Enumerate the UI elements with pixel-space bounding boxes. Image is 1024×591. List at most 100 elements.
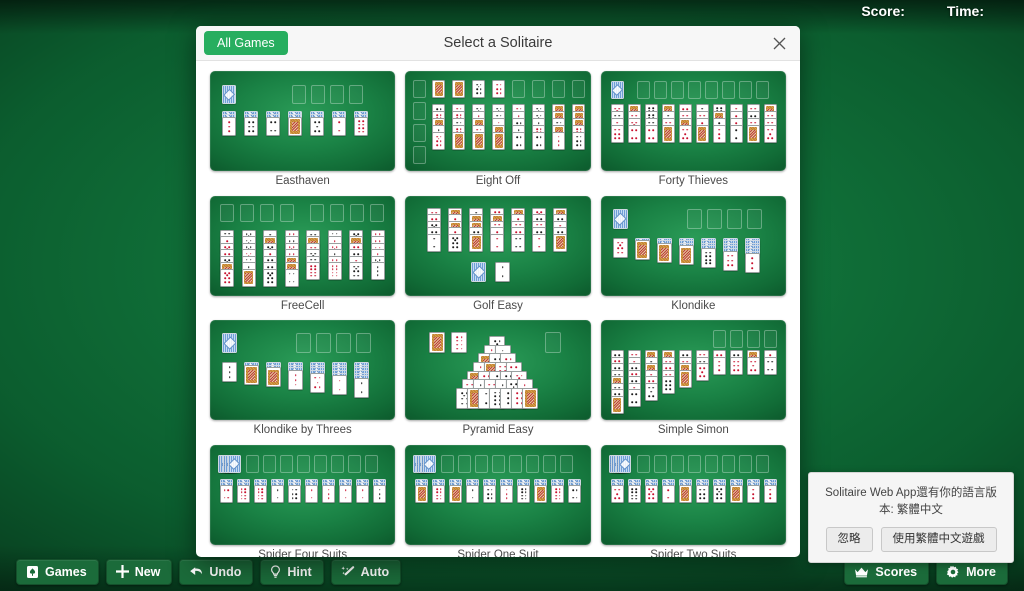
mini-card <box>332 375 347 396</box>
mini-card <box>656 242 672 263</box>
toolbar-button-undo[interactable]: Undo <box>179 558 254 585</box>
mini-empty-slot <box>545 332 562 354</box>
game-thumbnail[interactable] <box>600 320 786 421</box>
mini-empty-slot <box>704 81 718 99</box>
mini-card-pips <box>375 487 384 501</box>
mini-empty-slot <box>532 80 546 98</box>
dismiss-language-button[interactable]: 忽略 <box>825 527 873 552</box>
mini-empty-slot <box>670 454 684 473</box>
mini-card-pips <box>330 264 340 278</box>
language-actions: 忽略 使用繁體中文遊戲 <box>819 527 1003 552</box>
mini-empty-slot <box>726 208 742 229</box>
game-thumbnail[interactable] <box>210 71 396 171</box>
mini-card <box>469 233 484 252</box>
game-thumbnail[interactable] <box>405 444 591 545</box>
mini-card <box>432 484 446 503</box>
mini-card-pips <box>514 134 523 148</box>
mini-card <box>534 484 548 503</box>
toolbar-button-hint[interactable]: Hint <box>260 558 324 585</box>
game-thumbnail[interactable] <box>210 444 396 545</box>
game-tile-forty-thieves[interactable]: Forty Thieves <box>600 71 786 192</box>
game-thumbnail[interactable] <box>405 71 591 171</box>
mini-card <box>427 233 442 252</box>
game-tile-label: Golf Easy <box>473 299 523 312</box>
game-tile-simple-simon[interactable]: Simple Simon <box>600 320 786 441</box>
toolbar-button-auto[interactable]: Auto <box>330 558 402 585</box>
mini-card <box>322 484 335 503</box>
mini-card <box>746 484 760 503</box>
mini-card-court <box>680 487 690 501</box>
mini-card-pips <box>356 380 367 396</box>
mini-card-court <box>663 127 673 141</box>
mini-card-court <box>290 119 300 134</box>
game-tile-golf-easy[interactable]: Golf Easy <box>405 195 591 317</box>
game-tile-label: FreeCell <box>280 299 325 312</box>
mini-empty-slot <box>552 80 566 98</box>
toolbar-button-games[interactable]: Games <box>16 558 99 585</box>
mini-card-court <box>454 134 464 148</box>
mini-card <box>627 125 641 143</box>
game-tile-spider-one-suit[interactable]: Spider One Suit <box>405 444 591 557</box>
mini-card <box>263 268 277 287</box>
mini-card-court <box>536 487 546 501</box>
accept-language-button[interactable]: 使用繁體中文遊戲 <box>880 527 997 552</box>
game-thumbnail[interactable] <box>210 195 396 296</box>
mini-empty-slot <box>721 81 735 99</box>
crown-icon <box>854 566 869 578</box>
lightbulb-icon <box>270 565 281 579</box>
mini-card <box>612 237 628 258</box>
mini-card <box>284 268 299 287</box>
game-thumbnail[interactable] <box>600 71 786 171</box>
game-tile-easthaven[interactable]: Easthaven <box>210 71 396 192</box>
game-thumbnail[interactable] <box>405 320 591 421</box>
game-tile-klondike-by-threes[interactable]: Klondike by Threes <box>210 320 396 441</box>
mini-empty-slot <box>280 454 293 473</box>
close-icon[interactable] <box>768 32 790 54</box>
mini-card-court <box>658 245 670 261</box>
mini-card <box>472 80 486 98</box>
mini-card <box>327 262 342 281</box>
game-thumbnail[interactable] <box>600 444 786 545</box>
mini-card <box>220 484 233 503</box>
mini-card-pips <box>373 264 383 278</box>
time-label: Time: <box>946 3 984 19</box>
mini-empty-slot <box>560 454 574 473</box>
mini-card-pips <box>307 487 316 501</box>
mini-card <box>729 356 743 375</box>
mini-card-back <box>471 261 487 282</box>
toolbar-button-label: Undo <box>209 564 242 579</box>
all-games-button[interactable]: All Games <box>204 30 288 56</box>
game-tile-spider-two-suits[interactable]: Spider Two Suits <box>600 444 786 557</box>
mini-empty-slot <box>331 454 344 473</box>
mini-card-pips <box>534 134 543 148</box>
mini-card-pips <box>554 134 563 148</box>
mini-empty-slot <box>738 454 752 473</box>
mini-empty-slot <box>356 333 371 354</box>
mini-card <box>517 484 531 503</box>
mini-card-pips <box>715 127 724 141</box>
mini-empty-slot <box>729 330 743 349</box>
game-thumbnail[interactable] <box>600 195 786 296</box>
mini-empty-slot <box>365 454 378 473</box>
mini-card <box>432 80 446 98</box>
mini-card <box>522 387 539 409</box>
mini-card <box>354 377 369 398</box>
mini-card <box>551 484 565 503</box>
mini-card <box>448 233 463 252</box>
game-tile-pyramid-easy[interactable]: Pyramid Easy <box>405 320 591 441</box>
mini-empty-slot <box>458 454 472 473</box>
mini-card-pips <box>749 487 758 501</box>
mini-empty-slot <box>543 454 557 473</box>
game-tile-eight-off[interactable]: Eight Off <box>405 71 591 192</box>
mini-card-court <box>680 247 692 264</box>
toolbar-button-new[interactable]: New <box>105 558 173 585</box>
mini-card <box>241 268 256 287</box>
mini-card <box>678 484 692 503</box>
mini-card-court <box>246 367 257 383</box>
mini-card <box>288 370 303 391</box>
game-tile-klondike[interactable]: Klondike <box>600 195 786 317</box>
game-tile-spider-four-suits[interactable]: Spider Four Suits <box>210 444 396 557</box>
game-tile-freecell[interactable]: FreeCell <box>210 195 396 317</box>
game-thumbnail[interactable] <box>405 195 591 296</box>
game-thumbnail[interactable] <box>210 320 396 421</box>
